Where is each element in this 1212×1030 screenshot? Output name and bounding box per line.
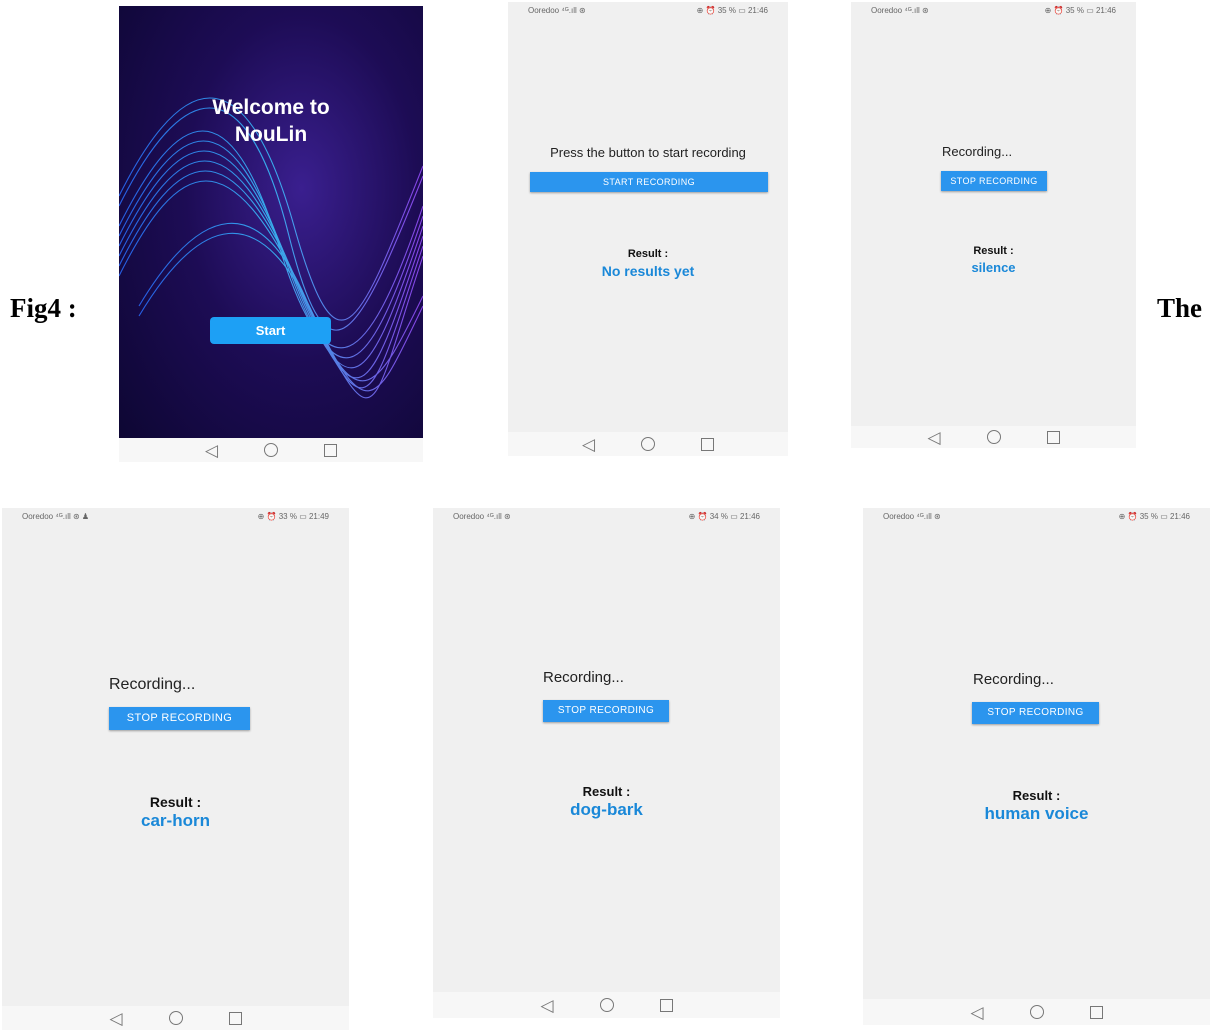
recording-prompt: Press the button to start recording [550,145,746,160]
welcome-title: Welcome to NouLin [212,96,330,146]
recording-screen-silence: Ooredoo ⁴ᴳ.ıll ⊛ ⊕ ⏰ 35 % ▭ 21:46 Recordi… [851,2,1136,448]
result-value: No results yet [601,263,695,279]
result-label: Result : [627,248,669,260]
android-nav-bar: ◁ [508,432,788,456]
recording-status: Recording... [109,676,196,693]
recording-status: Recording... [942,144,1013,159]
status-bar: Ooredoo ⁴ᴳ.ıll ⊛ ⊕ ⏰ 35 % ▭ 21:46 [883,511,1190,521]
back-icon[interactable]: ◁ [582,436,595,453]
recents-icon[interactable] [1089,1005,1103,1019]
stop-recording-button[interactable]: STOP RECORDING [543,700,669,722]
recording-screen-dog-bark: Ooredoo ⁴ᴳ.ıll ⊛ ⊕ ⏰ 34 % ▭ 21:46 Recordi… [433,508,780,1018]
splash-screen: Welcome to NouLin Start ◁ [119,6,423,462]
android-nav-bar: ◁ [433,992,780,1018]
recording-status: Recording... [543,669,624,686]
figure-caption-continuation: The [1157,293,1203,323]
status-bar: Ooredoo ⁴ᴳ.ıll ⊛ ⊕ ⏰ 35 % ▭ 21:46 [871,5,1116,15]
idle-screen: Ooredoo ⁴ᴳ.ıll ⊛ ⊕ ⏰ 35 % ▭ 21:46 Press t… [508,2,788,456]
recents-icon[interactable] [701,437,715,451]
status-bar: Ooredoo ⁴ᴳ.ıll ⊛ ♟ ⊕ ⏰ 33 % ▭ 21:49 [22,511,329,521]
back-icon[interactable]: ◁ [927,429,940,446]
recents-icon[interactable] [228,1011,242,1025]
home-icon[interactable] [1029,1005,1044,1019]
result-value: dog-bark [570,800,643,819]
wave-illustration [119,97,423,399]
recording-screen-car-horn: Ooredoo ⁴ᴳ.ıll ⊛ ♟ ⊕ ⏰ 33 % ▭ 21:49 Recor… [2,508,349,1030]
android-nav-bar: ◁ [863,999,1210,1025]
back-icon[interactable]: ◁ [540,997,553,1014]
figure-caption-label: Fig4 : [10,293,77,323]
recording-status: Recording... [973,671,1054,688]
result-label: Result : [582,784,631,799]
stop-recording-button[interactable]: STOP RECORDING [941,171,1047,191]
result-value: car-horn [141,811,210,830]
back-icon[interactable]: ◁ [109,1010,122,1027]
start-recording-button[interactable]: START RECORDING [530,172,768,192]
result-label: Result : [973,245,1014,257]
status-bar: Ooredoo ⁴ᴳ.ıll ⊛ ⊕ ⏰ 34 % ▭ 21:46 [453,511,760,521]
home-icon[interactable] [264,443,279,457]
recents-icon[interactable] [659,998,673,1012]
status-bar: Ooredoo ⁴ᴳ.ıll ⊛ ⊕ ⏰ 35 % ▭ 21:46 [528,5,768,15]
back-icon[interactable]: ◁ [205,442,218,459]
result-label: Result : [1012,788,1061,803]
home-icon[interactable] [986,430,1001,444]
start-button[interactable]: Start [210,317,331,344]
android-nav-bar: ◁ [119,438,423,462]
stop-recording-button[interactable]: STOP RECORDING [109,707,250,730]
home-icon[interactable] [599,998,614,1012]
back-icon[interactable]: ◁ [970,1004,983,1021]
home-icon[interactable] [168,1011,183,1025]
recents-icon[interactable] [324,443,338,457]
result-label: Result : [149,794,202,810]
result-value: human voice [984,804,1089,823]
result-value: silence [971,260,1016,275]
home-icon[interactable] [641,437,656,451]
android-nav-bar: ◁ [2,1006,349,1030]
recording-screen-human-voice: Ooredoo ⁴ᴳ.ıll ⊛ ⊕ ⏰ 35 % ▭ 21:46 Recordi… [863,508,1210,1025]
recents-icon[interactable] [1046,430,1060,444]
stop-recording-button[interactable]: STOP RECORDING [972,702,1099,724]
android-nav-bar: ◁ [851,426,1136,448]
